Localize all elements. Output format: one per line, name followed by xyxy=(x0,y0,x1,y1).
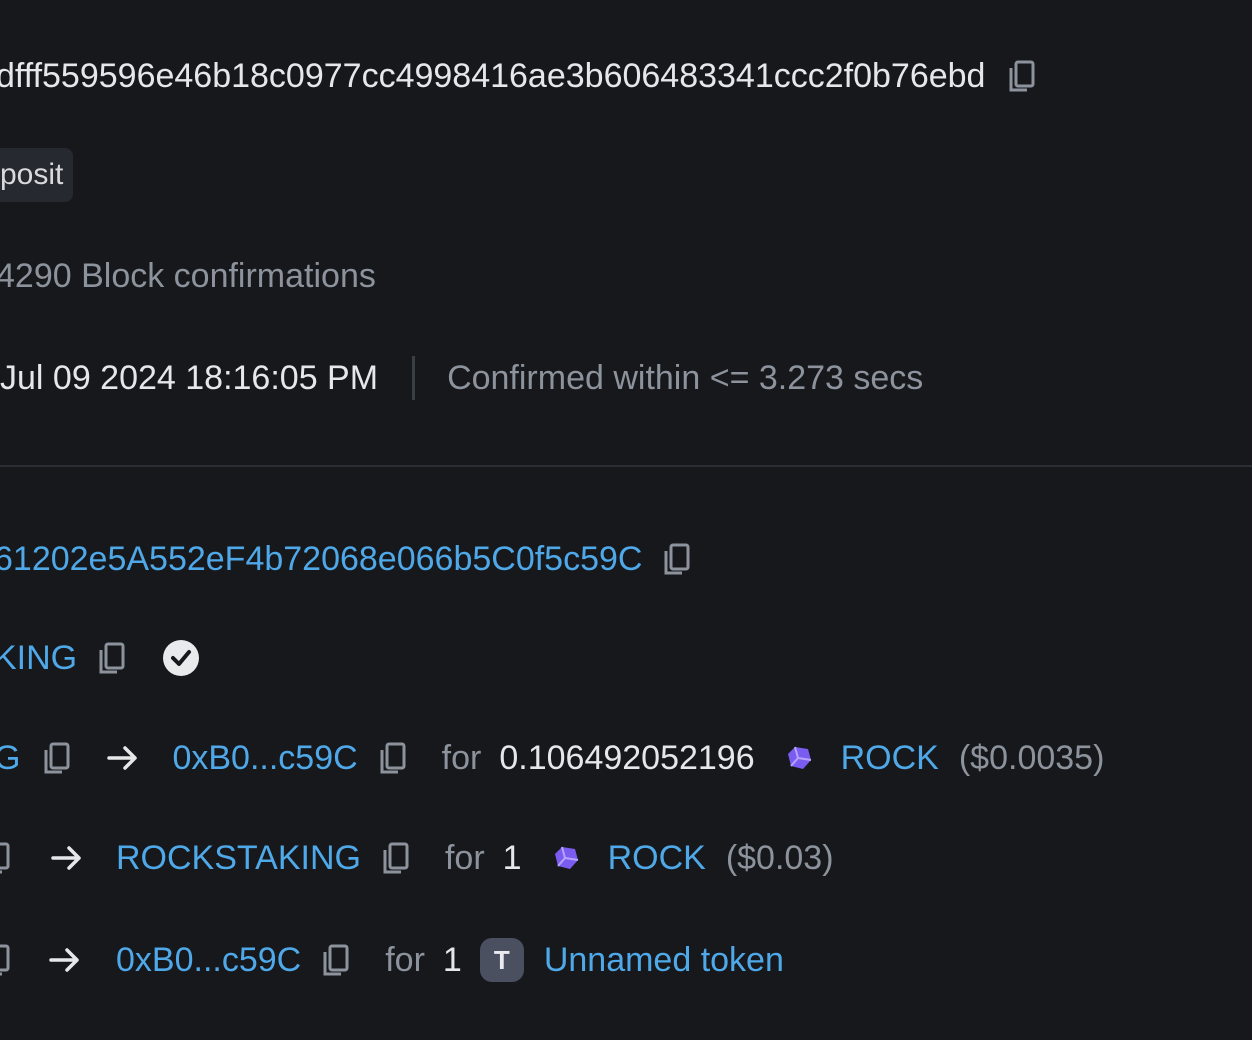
usd-value: ($0.0035) xyxy=(958,739,1105,777)
method-tag-label: posit xyxy=(0,158,64,191)
transaction-details-panel: dfff559596e46b18c0977cc4998416ae3b606483… xyxy=(0,0,1252,1040)
copy-icon[interactable] xyxy=(321,942,351,978)
token-transfer-row: 0xB0...c59C for 1 T Unnamed token xyxy=(0,938,784,982)
token-placeholder-icon: T xyxy=(479,938,524,982)
for-label: for xyxy=(441,739,482,777)
to-address-row: 61202e5A552eF4b72068e066b5C0f5c59C xyxy=(0,539,692,579)
to-address-link[interactable]: 61202e5A552eF4b72068e066b5C0f5c59C xyxy=(0,539,642,579)
section-divider xyxy=(0,465,1252,467)
confirmations-row: 4290 Block confirmations xyxy=(0,256,376,296)
transfer-amount: 0.106492052196 xyxy=(499,739,755,777)
token-link[interactable]: ROCK xyxy=(841,738,939,778)
for-label: for xyxy=(385,941,425,979)
usd-value: ($0.03) xyxy=(725,839,834,877)
contract-row: KING xyxy=(0,638,200,678)
arrow-right-icon xyxy=(106,740,140,776)
copy-icon[interactable] xyxy=(97,640,127,676)
rock-token-icon xyxy=(550,842,582,874)
verified-check-icon xyxy=(163,640,200,676)
copy-icon[interactable] xyxy=(0,942,12,978)
rock-token-icon xyxy=(783,742,815,774)
copy-icon[interactable] xyxy=(1007,58,1037,94)
transfer-amount: 1 xyxy=(502,839,522,877)
timestamp-row: Jul 09 2024 18:16:05 PM Confirmed within… xyxy=(0,356,923,400)
arrow-right-icon xyxy=(48,942,82,978)
separator xyxy=(412,356,416,400)
copy-icon[interactable] xyxy=(662,541,692,577)
copy-icon[interactable] xyxy=(0,840,12,876)
token-transfer-row: ROCKSTAKING for 1 ROCK ($0.03) xyxy=(0,838,834,878)
tx-hash-row: dfff559596e46b18c0977cc4998416ae3b606483… xyxy=(0,56,1037,96)
tx-hash-value: dfff559596e46b18c0977cc4998416ae3b606483… xyxy=(0,57,986,95)
from-address-link[interactable]: G xyxy=(0,738,20,778)
copy-icon[interactable] xyxy=(381,840,411,876)
token-link[interactable]: ROCK xyxy=(608,838,706,878)
method-tag: posit xyxy=(0,148,74,202)
copy-icon[interactable] xyxy=(42,740,72,776)
to-address-link[interactable]: ROCKSTAKING xyxy=(116,838,361,878)
to-address-link[interactable]: 0xB0...c59C xyxy=(116,940,301,980)
arrow-right-icon xyxy=(50,840,84,876)
token-link[interactable]: Unnamed token xyxy=(544,940,784,980)
timestamp-value: Jul 09 2024 18:16:05 PM xyxy=(0,359,379,397)
for-label: for xyxy=(444,839,485,877)
to-address-link[interactable]: 0xB0...c59C xyxy=(172,738,357,778)
token-transfer-row: G 0xB0...c59C for 0.106492052196 ROCK ($… xyxy=(0,738,1104,778)
contract-name-link[interactable]: KING xyxy=(0,638,77,678)
transfer-amount: 1 xyxy=(442,941,462,979)
block-confirmations: 4290 Block confirmations xyxy=(0,257,376,295)
copy-icon[interactable] xyxy=(378,740,408,776)
confirmed-within: Confirmed within <= 3.273 secs xyxy=(447,359,924,397)
